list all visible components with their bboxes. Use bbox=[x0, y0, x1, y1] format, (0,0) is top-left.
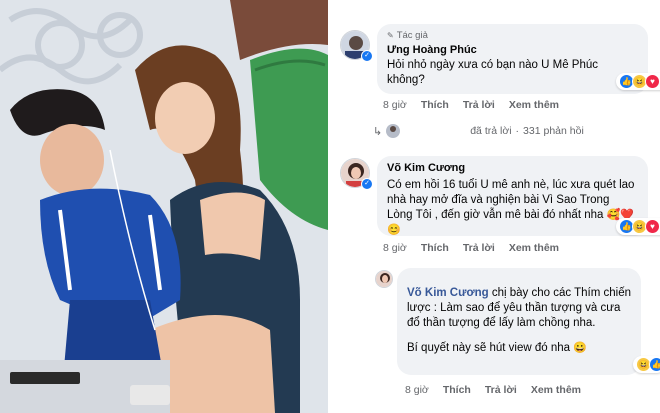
author-badge-label: Tác giả bbox=[396, 30, 428, 41]
see-more-link[interactable]: Xem thêm bbox=[509, 99, 559, 111]
comment-actions: 8 giờ Thích Trả lời Xem thêm bbox=[405, 384, 581, 396]
reply-link[interactable]: Trả lời bbox=[463, 99, 495, 111]
verified-icon: ✓ bbox=[361, 178, 373, 190]
comment-text: Có em hồi 16 tuổi U mê anh nè, lúc xưa q… bbox=[387, 178, 638, 238]
replied-label: đã trả lời bbox=[470, 125, 512, 137]
comment-time[interactable]: 8 giờ bbox=[383, 99, 407, 111]
photo bbox=[0, 0, 328, 413]
reply-link[interactable]: Trả lời bbox=[485, 384, 517, 396]
comment-time[interactable]: 8 giờ bbox=[383, 242, 407, 254]
reaction-summary[interactable]: 😆 👍 bbox=[633, 356, 660, 373]
comment-bubble: Võ Kim Cương chị bày cho các Thím chiến … bbox=[397, 268, 641, 375]
like-link[interactable]: Thích bbox=[443, 384, 471, 396]
comment-text-body: Có em hồi 16 tuổi U mê anh nè, lúc xưa q… bbox=[387, 179, 635, 221]
reaction-summary[interactable]: 👍 😆 ♥ 5 bbox=[616, 73, 660, 90]
comment-actions: 8 giờ Thích Trả lời Xem thêm bbox=[383, 242, 559, 254]
like-link[interactable]: Thích bbox=[421, 99, 449, 111]
verified-icon: ✓ bbox=[361, 50, 373, 62]
reply-arrow-icon: ↳ bbox=[373, 125, 383, 138]
comment-text-second: Bí quyết này sẽ hút view đó nha 😀 bbox=[407, 341, 631, 356]
see-more-link[interactable]: Xem thêm bbox=[509, 242, 559, 254]
comment-bubble: ✎ Tác giả Ưng Hoàng Phúc Hỏi nhỏ ngày xư… bbox=[377, 24, 648, 94]
comment-bubble: Võ Kim Cương Có em hồi 16 tuổi U mê anh … bbox=[377, 156, 648, 236]
comment-text-body-2: Bí quyết này sẽ hút view đó nha bbox=[407, 342, 571, 354]
see-more-link[interactable]: Xem thêm bbox=[531, 384, 581, 396]
comment-author[interactable]: Võ Kim Cương bbox=[407, 287, 489, 299]
grin-emoji-icon: 😀 bbox=[573, 342, 587, 354]
view-replies-bar[interactable]: ↳ đã trả lời · 331 phản hồi bbox=[373, 124, 584, 138]
reaction-summary[interactable]: 👍 😆 ♥ 5 bbox=[616, 218, 660, 235]
reply-link[interactable]: Trả lời bbox=[463, 242, 495, 254]
comments-panel: ✓ ✎ Tác giả Ưng Hoàng Phúc Hỏi nhỏ ngày … bbox=[333, 0, 660, 413]
avatar[interactable] bbox=[375, 270, 393, 288]
comment-time[interactable]: 8 giờ bbox=[405, 384, 429, 396]
replier-avatar bbox=[386, 124, 401, 138]
love-icon: ♥ bbox=[645, 74, 660, 89]
replies-separator: · bbox=[515, 125, 520, 137]
blush-emoji-icon: 😊 bbox=[387, 224, 401, 236]
comment-text: Võ Kim Cương chị bày cho các Thím chiến … bbox=[407, 286, 631, 331]
like-link[interactable]: Thích bbox=[421, 242, 449, 254]
pen-icon: ✎ bbox=[387, 31, 394, 40]
comment-text: Hỏi nhỏ ngày xưa có bạn nào U Mê Phúc kh… bbox=[387, 59, 598, 86]
couple-photo bbox=[0, 0, 328, 413]
comment-actions: 8 giờ Thích Trả lời Xem thêm bbox=[383, 99, 559, 111]
love-icon: ♥ bbox=[645, 219, 660, 234]
author-badge: ✎ Tác giả bbox=[387, 30, 638, 41]
like-icon: 👍 bbox=[649, 357, 660, 372]
comment-author[interactable]: Võ Kim Cương bbox=[387, 162, 638, 174]
replies-count[interactable]: 331 phản hồi bbox=[523, 125, 584, 137]
comment-author[interactable]: Ưng Hoàng Phúc bbox=[387, 44, 638, 56]
